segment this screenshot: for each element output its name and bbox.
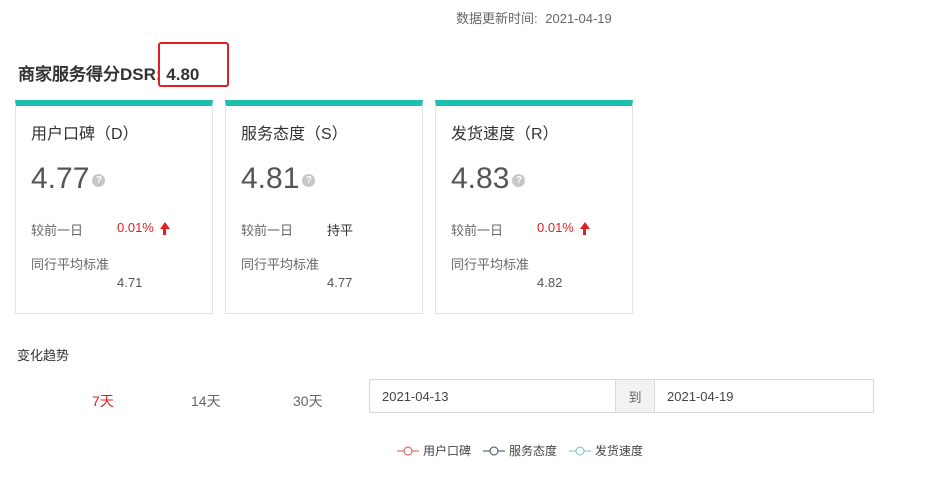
trend-section-title: 变化趋势 <box>17 348 70 363</box>
help-icon[interactable]: ? <box>302 173 316 187</box>
help-icon[interactable]: ? <box>92 173 106 187</box>
industry-average-value: 4.77 <box>327 275 353 290</box>
legend-label: 用户口碑 <box>423 444 472 458</box>
range-tab-14-days[interactable]: 14天 <box>191 391 221 411</box>
help-icon[interactable]: ? <box>512 173 526 187</box>
end-date-input[interactable] <box>655 380 873 412</box>
legend-item-shipping-speed[interactable]: 发货速度 <box>569 442 643 459</box>
date-range-separator: 到 <box>615 380 655 412</box>
update-time-label: 数据更新时间: <box>456 11 538 26</box>
card-score-value: 4.77 <box>31 162 90 195</box>
score-card-shipping-speed: 发货速度（R） 4.83? 较前一日 0.01% 同行平均标准 4.82 <box>435 100 633 314</box>
card-title: 用户口碑（D） <box>31 126 139 143</box>
change-value-wrap: 0.01% <box>117 220 170 235</box>
change-value-wrap: 0.01% <box>537 220 590 235</box>
industry-average-label: 同行平均标准 <box>451 257 530 272</box>
industry-average-label: 同行平均标准 <box>31 257 110 272</box>
card-score-value: 4.83 <box>451 162 510 195</box>
card-score: 4.81? <box>241 162 316 196</box>
start-date-input[interactable] <box>370 380 615 412</box>
card-score-value: 4.81 <box>241 162 300 195</box>
arrow-up-icon <box>579 222 590 235</box>
chart-legend: 用户口碑 服务态度 发货速度 <box>397 442 655 459</box>
card-score: 4.83? <box>451 162 526 196</box>
range-tab-7-days[interactable]: 7天 <box>92 391 114 411</box>
legend-item-user-reputation[interactable]: 用户口碑 <box>397 442 471 459</box>
industry-average-label: 同行平均标准 <box>241 257 320 272</box>
card-score: 4.77? <box>31 162 106 196</box>
update-time-date: 2021-04-19 <box>545 11 612 26</box>
industry-average-value: 4.71 <box>117 275 143 290</box>
score-card-user-reputation: 用户口碑（D） 4.77? 较前一日 0.01% 同行平均标准 4.71 <box>15 100 213 314</box>
card-title: 服务态度（S） <box>241 126 348 143</box>
change-value: 0.01% <box>117 220 154 235</box>
change-row: 较前一日 0.01% <box>31 220 170 239</box>
update-time: 数据更新时间: 2021-04-19 <box>456 8 612 27</box>
range-tab-30-days[interactable]: 30天 <box>293 391 323 411</box>
line-marker-icon <box>397 446 419 455</box>
dsr-score-highlight-box <box>158 42 229 87</box>
legend-item-service-attitude[interactable]: 服务态度 <box>483 442 557 459</box>
date-range-picker: 到 <box>369 379 874 413</box>
card-title: 发货速度（R） <box>451 126 559 143</box>
score-card-service-attitude: 服务态度（S） 4.81? 较前一日 持平 同行平均标准 4.77 <box>225 100 423 314</box>
change-row: 较前一日 持平 <box>241 220 353 239</box>
industry-average-value: 4.82 <box>537 275 563 290</box>
line-marker-icon <box>483 446 506 455</box>
change-value: 0.01% <box>537 220 574 235</box>
legend-label: 服务态度 <box>509 444 558 458</box>
change-value: 持平 <box>327 223 354 238</box>
change-label: 较前一日 <box>451 223 504 238</box>
change-label: 较前一日 <box>241 223 294 238</box>
change-label: 较前一日 <box>31 223 84 238</box>
legend-label: 发货速度 <box>595 444 644 458</box>
change-row: 较前一日 0.01% <box>451 220 590 239</box>
arrow-up-icon <box>159 222 170 235</box>
line-marker-icon <box>569 446 592 455</box>
